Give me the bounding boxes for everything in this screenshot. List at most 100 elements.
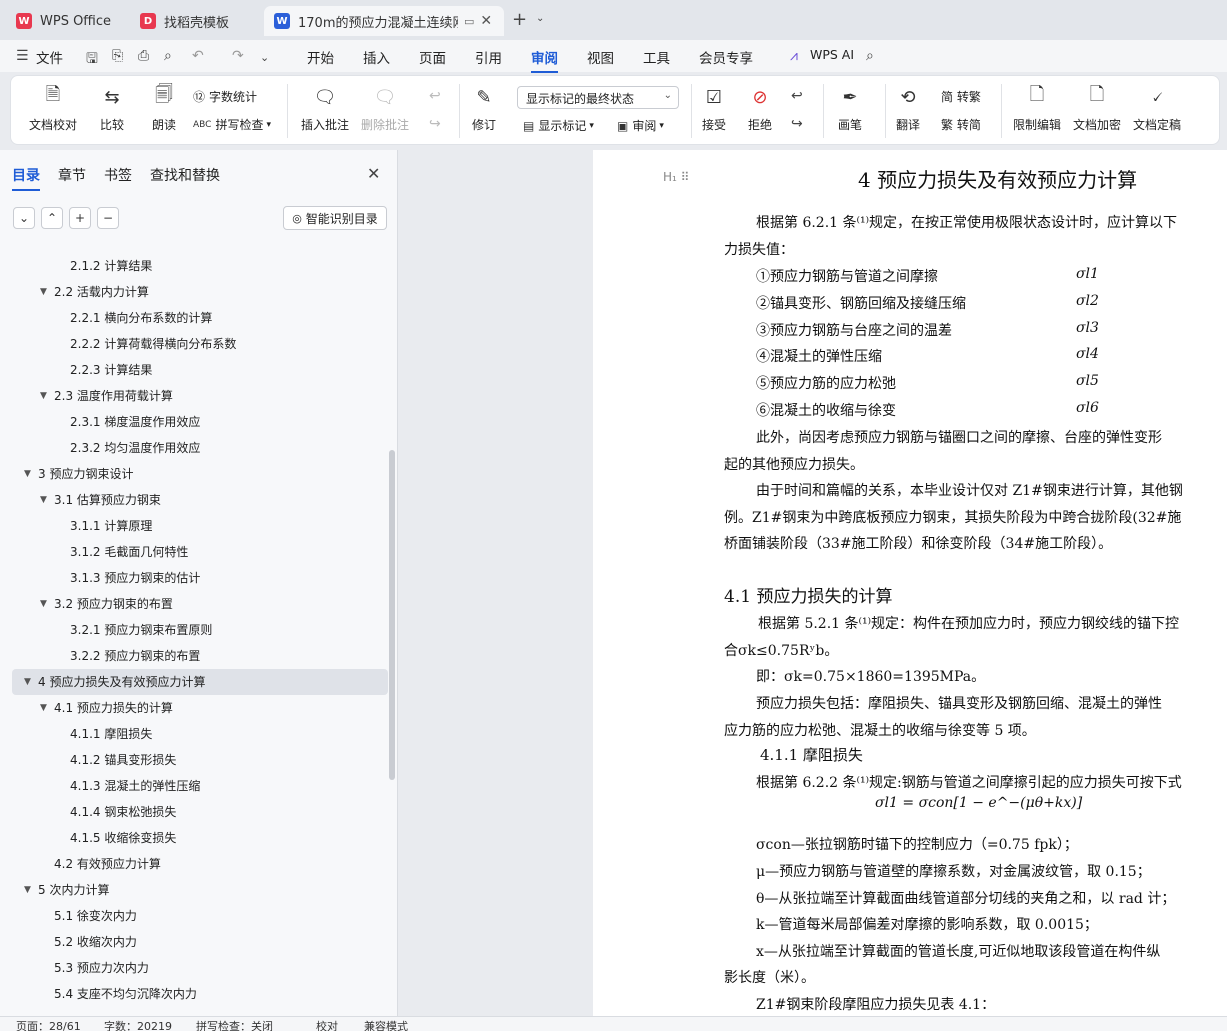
save-icon[interactable]: 🖫 xyxy=(86,48,98,72)
menu-wps-ai[interactable]: WPS AI xyxy=(810,47,854,62)
next-change-icon[interactable]: ↪ xyxy=(791,116,803,132)
compare-button[interactable]: ⇆ 比较 xyxy=(99,84,125,133)
review-pane-button[interactable]: ▣ 审阅 ▾ xyxy=(617,117,664,134)
collapse-caret-icon[interactable]: ▼ xyxy=(24,669,31,695)
document-page[interactable]: H₁ ⠿ 4 预应力损失及有效预应力计算 根据第 6.2.1 条⁽¹⁾规定，在按… xyxy=(593,150,1227,1016)
chevron-down-icon[interactable]: ⌄ xyxy=(536,13,544,24)
collapse-caret-icon[interactable]: ▼ xyxy=(40,487,47,513)
menu-tools[interactable]: 工具 xyxy=(643,47,670,67)
collapse-caret-icon[interactable]: ▼ xyxy=(24,461,31,487)
toc-item[interactable]: ▼ 5 次内力计算 xyxy=(12,877,388,903)
proof-status[interactable]: 校对 xyxy=(316,1018,338,1031)
word-count[interactable]: 字数：20219 xyxy=(104,1018,172,1031)
nav-tab-sections[interactable]: 章节 xyxy=(58,165,86,185)
nav-tab-toc[interactable]: 目录 xyxy=(12,165,40,191)
collapse-caret-icon[interactable]: ▼ xyxy=(40,695,47,721)
toc-item[interactable]: 2.3.2 均匀温度作用效应 xyxy=(12,435,388,461)
menu-view[interactable]: 视图 xyxy=(587,47,614,67)
word-count-button[interactable]: ⑫ 字数统计 xyxy=(193,88,257,105)
next-comment-icon[interactable]: ↪ xyxy=(429,116,441,132)
toc-item[interactable]: 4.2 有效预应力计算 xyxy=(12,851,388,877)
export-icon[interactable]: ⎘ xyxy=(112,48,123,64)
markup-state-select[interactable]: 显示标记的最终状态 ⌄ xyxy=(517,86,679,109)
toc-item[interactable]: 5.1 徐变次内力 xyxy=(12,903,388,929)
revise-button[interactable]: ✎ 修订 xyxy=(471,84,497,133)
collapse-caret-icon[interactable]: ▼ xyxy=(40,279,47,305)
menu-review[interactable]: 审阅 xyxy=(531,47,558,73)
menu-page[interactable]: 页面 xyxy=(419,47,446,67)
read-aloud-button[interactable]: 🗐 朗读 xyxy=(151,84,177,133)
toc-item[interactable]: 2.2.3 计算结果 xyxy=(12,357,388,383)
undo-icon[interactable]: ↶ xyxy=(192,48,204,64)
toc-item[interactable]: 4.1.3 混凝土的弹性压缩 xyxy=(12,773,388,799)
toc-item[interactable]: 4.1.4 钢束松弛损失 xyxy=(12,799,388,825)
tab-wps-office[interactable]: W WPS Office xyxy=(6,6,124,36)
tab-document[interactable]: W 170m的预应力混凝土连续刚构 ▭ ✕ xyxy=(264,6,504,36)
page-indicator[interactable]: 页面：28/61 xyxy=(16,1018,81,1031)
monitor-icon[interactable]: ▭ xyxy=(464,15,474,28)
toc-item[interactable]: 4.1.5 收缩徐变损失 xyxy=(12,825,388,851)
menu-member[interactable]: 会员专享 xyxy=(699,47,753,67)
toc-item[interactable]: 5.3 预应力次内力 xyxy=(12,955,388,981)
smart-toc-button[interactable]: ◎ 智能识别目录 xyxy=(283,206,387,230)
to-simplified-button[interactable]: 繁 转简 xyxy=(941,116,981,133)
doc-proof-button[interactable]: 🗎 文档校对 xyxy=(29,84,77,133)
toc-item[interactable]: ▼ 2.3 温度作用荷载计算 xyxy=(12,383,388,409)
toc-item[interactable]: 3.1.1 计算原理 xyxy=(12,513,388,539)
menu-icon[interactable]: ☰ xyxy=(16,48,29,64)
finalize-button[interactable]: 🗸 文档定稿 xyxy=(1133,84,1181,133)
toc-item[interactable]: ▼ 4.1 预应力损失的计算 xyxy=(12,695,388,721)
show-markup-button[interactable]: ▤ 显示标记 ▾ xyxy=(523,117,594,134)
previous-change-icon[interactable]: ↩ xyxy=(791,88,803,104)
restrict-edit-button[interactable]: 🗋 限制编辑 xyxy=(1013,84,1061,133)
translate-button[interactable]: ⟲ 翻译 xyxy=(895,84,921,133)
add-heading-button[interactable]: + xyxy=(69,207,91,229)
new-tab-icon[interactable]: + xyxy=(512,9,527,30)
toc-item[interactable]: 2.1.2 计算结果 xyxy=(12,253,388,279)
toc-item[interactable]: 3.1.3 预应力钢束的估计 xyxy=(12,565,388,591)
pen-button[interactable]: ✒ 画笔 xyxy=(837,84,863,133)
toc-item[interactable]: 2.3.1 梯度温度作用效应 xyxy=(12,409,388,435)
expand-down-button[interactable]: ⌄ xyxy=(13,207,35,229)
close-tab-icon[interactable]: ✕ xyxy=(480,13,492,29)
collapse-caret-icon[interactable]: ▼ xyxy=(40,383,47,409)
previous-comment-icon[interactable]: ↩ xyxy=(429,88,441,104)
encrypt-button[interactable]: 🗋 文档加密 xyxy=(1073,84,1121,133)
print-preview-icon[interactable]: ⌕ xyxy=(164,48,172,64)
menu-insert[interactable]: 插入 xyxy=(363,47,390,67)
toc-item[interactable]: ▼ 2.2 活载内力计算 xyxy=(12,279,388,305)
close-icon[interactable]: ✕ xyxy=(367,164,380,183)
accept-button[interactable]: ☑ 接受 xyxy=(701,84,727,133)
reject-button[interactable]: ⊘ 拒绝 xyxy=(747,84,773,133)
menu-home[interactable]: 开始 xyxy=(307,47,334,67)
delete-comment-button[interactable]: 🗨 删除批注 xyxy=(361,84,409,133)
insert-comment-button[interactable]: 🗨 插入批注 xyxy=(301,84,349,133)
collapse-up-button[interactable]: ⌃ xyxy=(41,207,63,229)
to-traditional-button[interactable]: 简 转繁 xyxy=(941,88,981,105)
spell-check-button[interactable]: ABC 拼写检查 ▾ xyxy=(193,116,271,133)
toc-item[interactable]: 2.2.1 横向分布系数的计算 xyxy=(12,305,388,331)
spell-check-status[interactable]: 拼写检查：关闭 xyxy=(196,1018,273,1031)
nav-tab-find-replace[interactable]: 查找和替换 xyxy=(150,165,220,185)
toc-item[interactable]: 4.1.2 锚具变形损失 xyxy=(12,747,388,773)
heading-handle-icon[interactable]: H₁ ⠿ xyxy=(663,170,689,184)
collapse-caret-icon[interactable]: ▼ xyxy=(40,591,47,617)
toc-item[interactable]: ▼ 4 预应力损失及有效预应力计算 xyxy=(12,669,388,695)
menu-reference[interactable]: 引用 xyxy=(475,47,502,67)
toc-item[interactable]: 5.4 支座不均匀沉降次内力 xyxy=(12,981,388,1007)
tab-template[interactable]: D 找稻壳模板 xyxy=(130,6,258,36)
toc-item[interactable]: ▼ 3.1 估算预应力钢束 xyxy=(12,487,388,513)
toc-item[interactable]: ▼ 3 预应力钢束设计 xyxy=(12,461,388,487)
remove-heading-button[interactable]: − xyxy=(97,207,119,229)
toc-item[interactable]: 5.2 收缩次内力 xyxy=(12,929,388,955)
print-icon[interactable]: ⎙ xyxy=(138,48,149,64)
collapse-caret-icon[interactable]: ▼ xyxy=(24,877,31,903)
toc-item[interactable]: 3.1.2 毛截面几何特性 xyxy=(12,539,388,565)
redo-icon[interactable]: ↷ xyxy=(232,48,244,64)
nav-tab-bookmarks[interactable]: 书签 xyxy=(104,165,132,185)
toc-item[interactable]: 2.2.2 计算荷载得横向分布系数 xyxy=(12,331,388,357)
menu-file[interactable]: 文件 xyxy=(36,47,63,67)
wps-ai-icon[interactable]: ⩘ xyxy=(790,48,798,64)
toc-item[interactable]: 3.2.2 预应力钢束的布置 xyxy=(12,643,388,669)
toc-item[interactable]: ▼ 3.2 预应力钢束的布置 xyxy=(12,591,388,617)
